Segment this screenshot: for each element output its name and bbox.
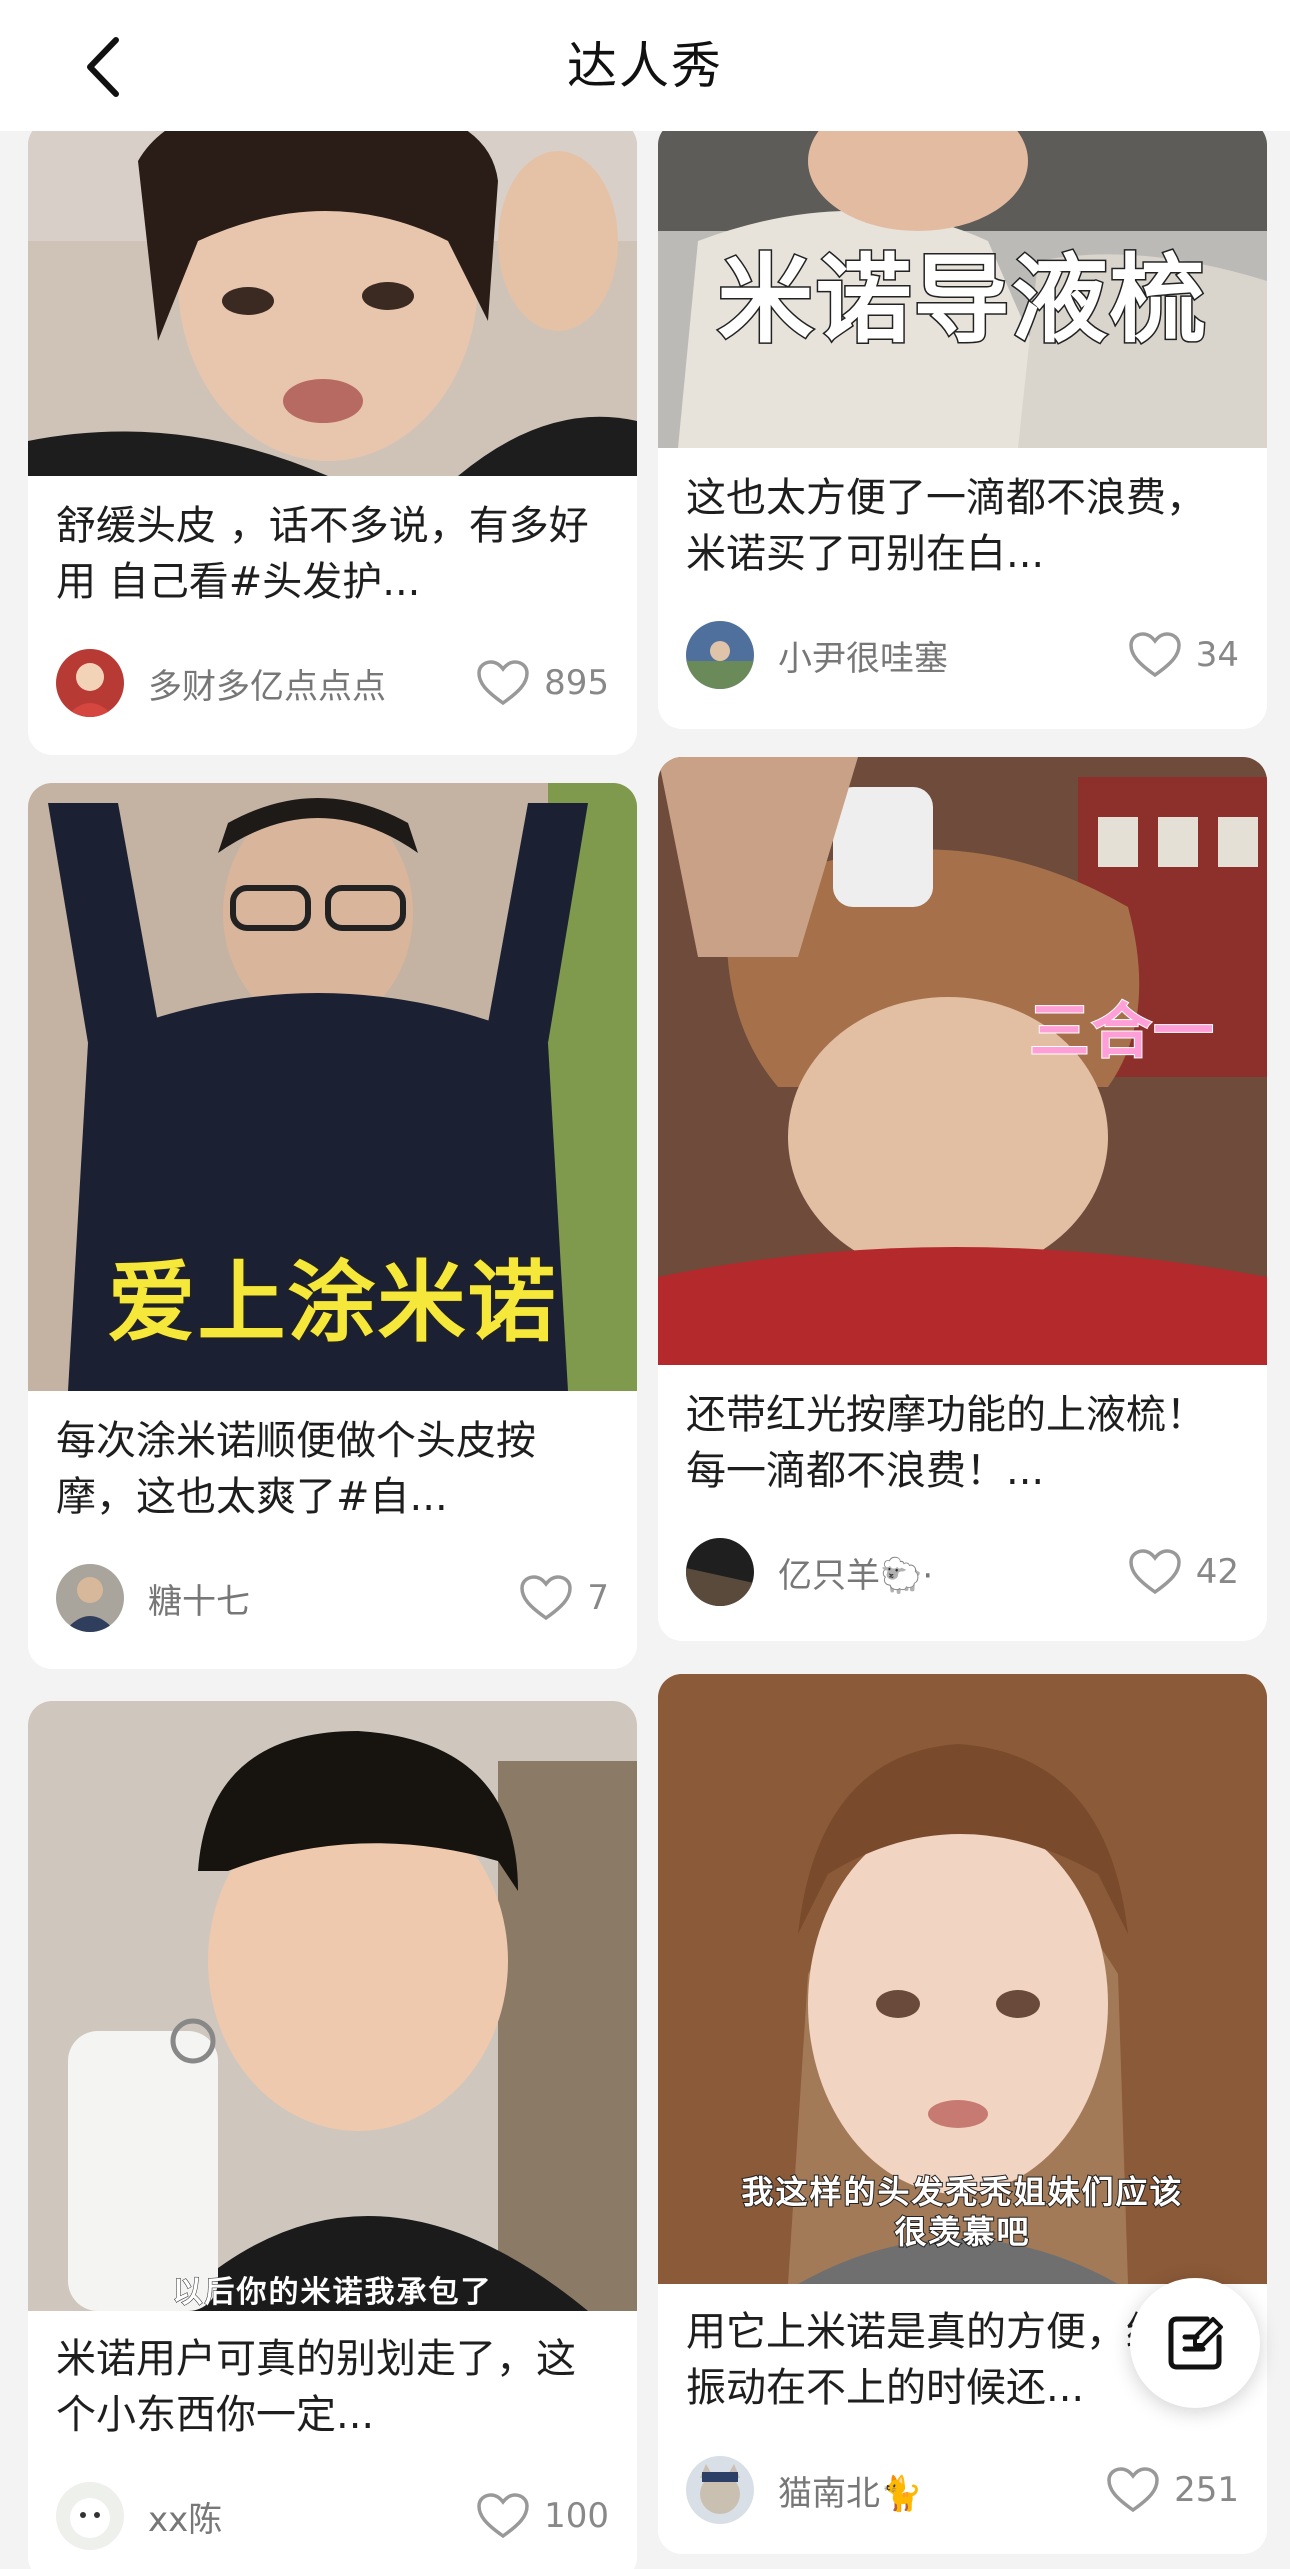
heart-outline-icon <box>477 2493 529 2539</box>
author-name[interactable]: 多财多亿点点点 <box>148 659 476 708</box>
like-button[interactable]: 7 <box>519 1574 609 1622</box>
author-name[interactable]: 糖十七 <box>148 1574 519 1623</box>
post-card[interactable]: 米诺导液梳 这也太方便了一滴都不浪费，米诺买了可别在白... 小尹很哇塞 34 <box>658 131 1267 729</box>
post-thumbnail[interactable]: 爱上涂米诺 <box>28 783 637 1391</box>
post-caption[interactable]: 每次涂米诺顺便做个头皮按摩，这也太爽了#自... <box>56 1413 609 1525</box>
author-name[interactable]: 亿只羊🐑· <box>778 1548 1128 1597</box>
like-button[interactable]: 100 <box>476 2492 609 2540</box>
post-card[interactable]: 我这样的头发秃秃姐妹们应该很羡慕吧 用它上米诺是真的方便，红光振动在不上的时候还… <box>658 1674 1267 2554</box>
thumbnail-overlay-text: 我这样的头发秃秃姐妹们应该很羡慕吧 <box>740 2172 1184 2252</box>
post-meta: 亿只羊🐑· 42 <box>686 1537 1239 1607</box>
post-card[interactable]: 三合一 还带红光按摩功能的上液梳！每一滴都不浪费！... 亿只羊🐑· 42 <box>658 757 1267 1641</box>
post-meta: 小尹很哇塞 34 <box>686 620 1239 690</box>
avatar[interactable] <box>56 649 124 717</box>
like-button[interactable]: 895 <box>476 659 609 707</box>
post-meta: 糖十七 7 <box>56 1563 609 1633</box>
top-bar: 达人秀 <box>0 0 1290 131</box>
post-caption[interactable]: 米诺用户可真的别划走了，这个小东西你一定... <box>56 2331 609 2443</box>
post-thumbnail[interactable]: 以后你的米诺我承包了 <box>28 1701 637 2311</box>
like-button[interactable]: 34 <box>1128 631 1239 679</box>
like-count: 34 <box>1195 635 1239 675</box>
like-count: 42 <box>1195 1552 1239 1592</box>
heart-outline-icon <box>1107 2467 1159 2513</box>
like-button[interactable]: 42 <box>1128 1548 1239 1596</box>
post-caption[interactable]: 舒缓头皮 ，话不多说，有多好用 自己看#头发护... <box>56 498 609 610</box>
author-name[interactable]: xx陈 <box>148 2492 476 2541</box>
post-card[interactable]: 爱上涂米诺 每次涂米诺顺便做个头皮按摩，这也太爽了#自... 糖十七 7 <box>28 783 637 1669</box>
post-thumbnail[interactable]: 我这样的头发秃秃姐妹们应该很羡慕吧 <box>658 1674 1267 2284</box>
author-name[interactable]: 猫南北🐈 <box>778 2466 1106 2515</box>
post-thumbnail[interactable]: 三合一 <box>658 757 1267 1365</box>
thumbnail-overlay-text: 米诺导液梳 <box>716 244 1208 357</box>
like-count: 100 <box>544 2496 609 2536</box>
avatar[interactable] <box>56 2482 124 2550</box>
heart-outline-icon <box>1128 632 1181 678</box>
edit-note-icon <box>1168 2316 1223 2370</box>
heart-outline-icon <box>477 660 529 706</box>
post-feed[interactable]: 舒缓头皮 ，话不多说，有多好用 自己看#头发护... 多财多亿点点点 895 米… <box>0 131 1290 2569</box>
page-title: 达人秀 <box>567 37 723 95</box>
avatar[interactable] <box>686 1538 754 1606</box>
like-count: 7 <box>587 1578 609 1618</box>
thumbnail-overlay-text: 爱上涂米诺 <box>106 1251 558 1354</box>
avatar[interactable] <box>686 2456 754 2524</box>
thumbnail-overlay-text: 三合一 <box>1029 996 1216 1068</box>
post-card[interactable]: 以后你的米诺我承包了 米诺用户可真的别划走了，这个小东西你一定... xx陈 1… <box>28 1701 637 2569</box>
heart-outline-icon <box>520 1575 573 1621</box>
post-meta: xx陈 100 <box>56 2481 609 2551</box>
thumbnail-overlay-text: 以后你的米诺我承包了 <box>172 2275 493 2311</box>
avatar[interactable] <box>686 621 754 689</box>
post-card[interactable]: 舒缓头皮 ，话不多说，有多好用 自己看#头发护... 多财多亿点点点 895 <box>28 131 637 755</box>
post-caption[interactable]: 还带红光按摩功能的上液梳！每一滴都不浪费！... <box>686 1387 1239 1499</box>
like-button[interactable]: 251 <box>1106 2466 1239 2514</box>
post-caption[interactable]: 这也太方便了一滴都不浪费，米诺买了可别在白... <box>686 470 1239 582</box>
avatar[interactable] <box>56 1564 124 1632</box>
heart-outline-icon <box>1128 1549 1181 1595</box>
author-name[interactable]: 小尹很哇塞 <box>778 631 1128 680</box>
post-thumbnail[interactable] <box>28 131 637 476</box>
like-count: 251 <box>1174 2470 1239 2510</box>
create-post-button[interactable] <box>1130 2278 1260 2408</box>
post-meta: 猫南北🐈 251 <box>686 2455 1239 2525</box>
post-thumbnail[interactable]: 米诺导液梳 <box>658 131 1267 448</box>
like-count: 895 <box>544 663 609 703</box>
post-meta: 多财多亿点点点 895 <box>56 648 609 718</box>
